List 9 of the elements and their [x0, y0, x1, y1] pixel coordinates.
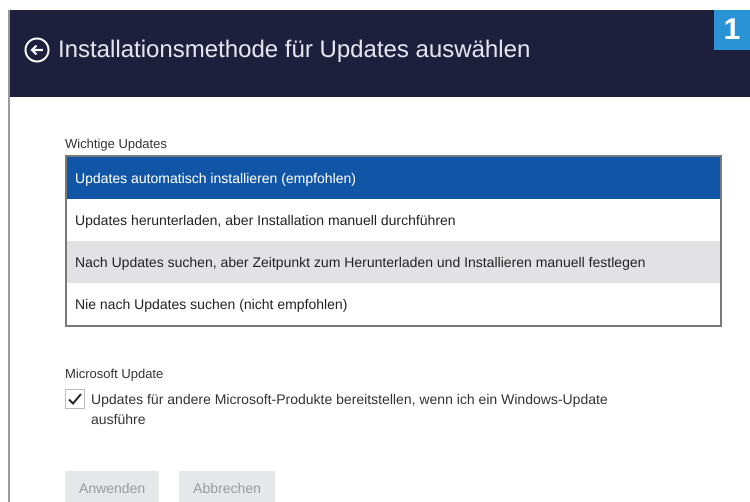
number-badge: 1 [714, 10, 750, 50]
section-label: Microsoft Update [65, 366, 164, 381]
checkbox-label: Updates für andere Microsoft-Produkte bereitstellen, wenn ich ein Windows-Update ausführe [91, 390, 609, 429]
page-title: Installationsmethode für Updates auswählen [58, 36, 530, 64]
back-icon[interactable] [24, 37, 50, 63]
section-label: Wichtige Updates [65, 136, 167, 151]
list-option[interactable]: Nach Updates suchen, aber Zeitpunkt zum Herunterladen und Installieren manuell festlegen [67, 241, 720, 283]
list-option[interactable]: Updates automatisch installieren (empfohlen) [67, 157, 720, 199]
checkbox[interactable] [65, 389, 85, 409]
